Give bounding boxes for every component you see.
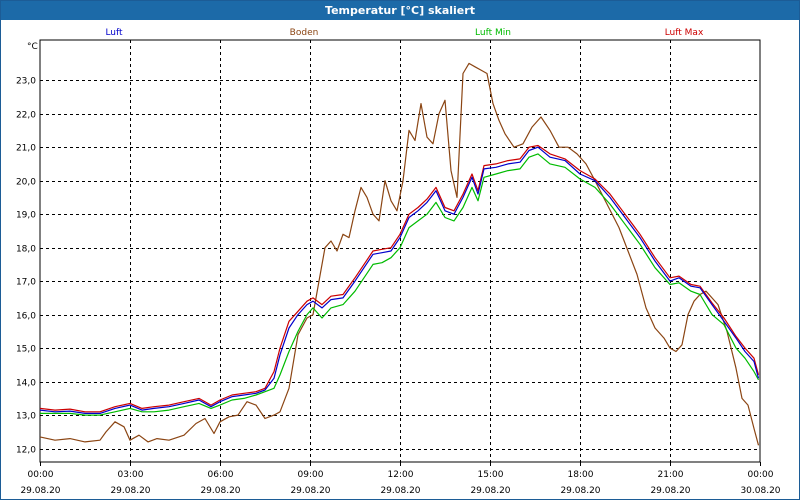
y-tick-label: 17,0 [16, 278, 36, 288]
chart-legend: Luft Boden Luft Min Luft Max [105, 28, 704, 38]
x-tick-time: 18:00 [568, 470, 594, 480]
x-tick-date: 29.08.20 [650, 486, 690, 496]
x-tick-time: 09:00 [298, 470, 324, 480]
chart-window: 12,0 13,0 14,0 15,0 16,0 17,0 18,0 19,0 20,0 21,0… [0, 0, 800, 500]
chart-series [39, 62, 760, 446]
y-axis-label: °C [27, 42, 38, 52]
x-tick-date: 30.08.20 [740, 486, 780, 496]
legend-entry-luft: Luft [105, 28, 123, 38]
series-line-luft [39, 146, 760, 414]
chart-title: Temperatur [°C] skaliert [1, 1, 799, 20]
x-tick-time: 06:00 [208, 470, 234, 480]
x-tick-date: 29.08.20 [200, 486, 240, 496]
y-tick-label: 18,0 [16, 245, 36, 255]
y-tick-label: 19,0 [16, 211, 36, 221]
series-line-luft-max [39, 144, 760, 413]
x-tick-time: 00:00 [28, 470, 54, 480]
x-tick-time: 12:00 [388, 470, 414, 480]
y-tick-label: 22,0 [16, 111, 36, 121]
y-tick-label: 23,0 [16, 77, 36, 87]
x-tick-time: 03:00 [118, 470, 144, 480]
x-tick-date: 29.08.20 [380, 486, 420, 496]
y-tick-label: 13,0 [16, 412, 36, 422]
y-tick-label: 20,0 [16, 178, 36, 188]
y-tick-label: 14,0 [16, 379, 36, 389]
y-tick-label: 16,0 [16, 312, 36, 322]
legend-entry-luft-min: Luft Min [475, 28, 511, 38]
x-tick-time: 00:00 [748, 470, 774, 480]
y-tick-label: 15,0 [16, 345, 36, 355]
x-tick-time: 21:00 [658, 470, 684, 480]
y-tick-label: 12,0 [16, 446, 36, 456]
y-tick-label: 21,0 [16, 144, 36, 154]
x-tick-date: 29.08.20 [560, 486, 600, 496]
x-tick-date: 29.08.20 [110, 486, 150, 496]
x-tick-date: 29.08.20 [290, 486, 330, 496]
x-tick-time: 15:00 [478, 470, 504, 480]
legend-entry-luft-max: Luft Max [665, 28, 704, 38]
legend-entry-boden: Boden [290, 28, 319, 38]
x-tick-date: 29.08.20 [20, 486, 60, 496]
chart-canvas: 12,0 13,0 14,0 15,0 16,0 17,0 18,0 19,0 20,0 21,0… [16, 28, 781, 496]
x-tick-date: 29.08.20 [470, 486, 510, 496]
series-line-luft-min [40, 153, 760, 416]
